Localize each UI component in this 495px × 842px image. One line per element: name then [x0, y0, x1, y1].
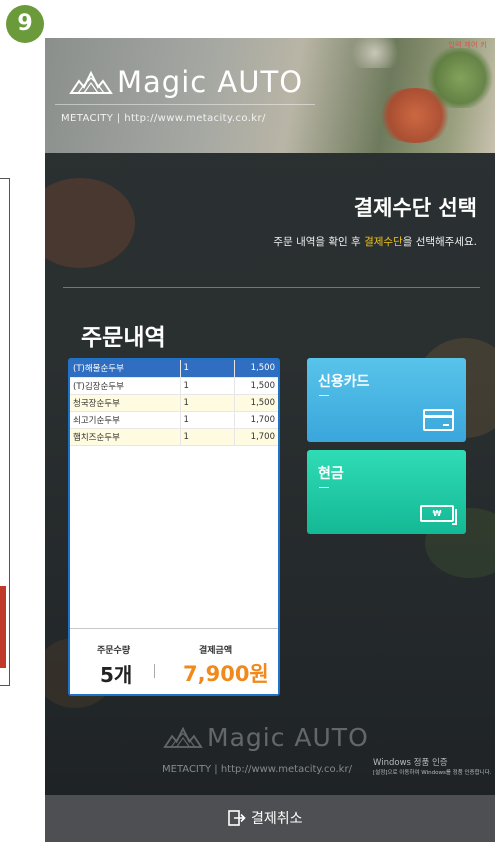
windows-activation-title: Windows 정품 인증 — [373, 758, 448, 768]
footer-url: METACITY | http://www.metacity.co.kr/ — [162, 764, 352, 775]
section-divider — [63, 287, 480, 288]
header-food-image — [425, 48, 495, 108]
windows-activation-notice: Windows 정품 인증 [설정]으로 이동하여 Windows를 정품 인증… — [373, 756, 493, 796]
background-food-image — [45, 178, 135, 268]
corner-note: 입력 제어 키 — [448, 41, 487, 49]
payment-amount-label: 결제금액 — [199, 646, 233, 656]
order-item-name: 햄치즈순두부 — [70, 428, 180, 446]
step-badge: 9 — [6, 5, 44, 43]
order-list-panel: (T)해물순두부 1 1,500 (T)김장순두부 1 1,500 청국장순두부… — [68, 358, 280, 696]
brand-url: METACITY | http://www.metacity.co.kr/ — [61, 113, 266, 124]
instruction-prefix: 주문 내역을 확인 후 — [273, 236, 365, 248]
order-qty-label: 주문수량 — [97, 646, 131, 656]
credit-card-icon — [423, 409, 454, 431]
brand-logo: Magic AUTO — [69, 65, 303, 99]
order-item-qty: 1 — [179, 411, 234, 429]
order-row[interactable]: 청국장순두부 1 1,500 — [70, 394, 278, 412]
exit-icon — [228, 810, 246, 826]
summary-separator — [154, 664, 155, 678]
logo-icon — [163, 726, 203, 748]
order-row[interactable]: 햄치즈순두부 1 1,700 — [70, 428, 278, 446]
windows-activation-text: [설정]으로 이동하여 Windows를 정품 인증합니다. — [373, 770, 492, 776]
footer-logo: Magic AUTO — [163, 722, 369, 752]
kiosk-screen: 입력 제어 키 Magic AUTO METACITY | http://www… — [45, 38, 495, 842]
order-item-name: (T)해물순두부 — [70, 360, 180, 378]
cancel-payment-button[interactable]: 결제취소 — [228, 808, 303, 828]
screen: 9 입력 제어 키 Magic AUTO METACITY | http://w… — [0, 0, 495, 842]
background-window-red-button — [0, 586, 6, 668]
instruction-highlight: 결제수단 — [364, 236, 403, 248]
order-item-qty: 1 — [179, 377, 234, 395]
order-row[interactable]: (T)김장순두부 1 1,500 — [70, 377, 278, 395]
label-underline — [319, 487, 329, 488]
cash-button[interactable]: 현금 ₩ — [307, 450, 466, 534]
order-item-qty: 1 — [179, 394, 234, 412]
cancel-bar: 결제취소 — [45, 795, 495, 842]
logo-icon — [69, 70, 113, 94]
instruction-suffix: 을 선택해주세요. — [402, 236, 477, 248]
cancel-payment-label: 결제취소 — [251, 811, 303, 827]
order-item-price: 1,500 — [233, 360, 278, 378]
header-divider — [55, 104, 315, 105]
order-item-qty: 1 — [179, 360, 234, 378]
credit-card-label: 신용카드 — [318, 374, 370, 390]
order-item-price: 1,500 — [233, 377, 278, 395]
order-table: (T)해물순두부 1 1,500 (T)김장순두부 1 1,500 청국장순두부… — [70, 360, 278, 446]
order-title: 주문내역 — [81, 325, 166, 351]
order-qty-value: 5개 — [100, 663, 133, 687]
label-underline — [319, 395, 329, 396]
header-food-image — [345, 38, 405, 68]
order-item-price: 1,700 — [233, 411, 278, 429]
payment-amount-value: 7,900원 — [183, 662, 269, 686]
order-item-name: (T)김장순두부 — [70, 377, 180, 395]
order-item-qty: 1 — [179, 428, 234, 446]
footer-brand-name: Magic AUTO — [207, 722, 369, 752]
order-item-name: 청국장순두부 — [70, 394, 180, 412]
order-row[interactable]: 쇠고기순두부 1 1,700 — [70, 411, 278, 429]
order-summary: 주문수량 결제금액 5개 7,900원 — [70, 628, 278, 694]
order-item-price: 1,700 — [233, 428, 278, 446]
instruction-text: 주문 내역을 확인 후 결제수단을 선택해주세요. — [273, 234, 477, 249]
credit-card-button[interactable]: 신용카드 — [307, 358, 466, 442]
order-item-name: 쇠고기순두부 — [70, 411, 180, 429]
order-item-price: 1,500 — [233, 394, 278, 412]
cash-icon: ₩ — [420, 505, 457, 525]
order-row[interactable]: (T)해물순두부 1 1,500 — [70, 360, 278, 378]
brand-name: Magic AUTO — [117, 65, 304, 99]
cash-label: 현금 — [318, 466, 344, 482]
header-banner: 입력 제어 키 Magic AUTO METACITY | http://www… — [45, 38, 495, 153]
page-title: 결제수단 선택 — [353, 196, 477, 220]
